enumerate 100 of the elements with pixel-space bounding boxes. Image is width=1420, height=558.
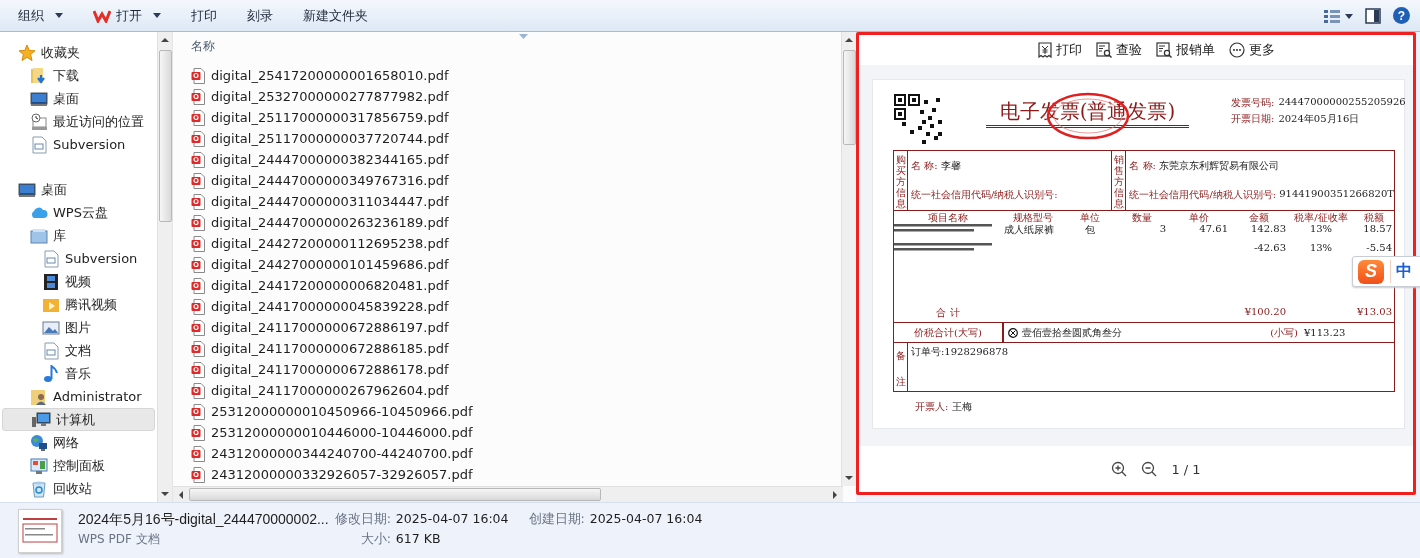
field-label: 修改日期: xyxy=(334,511,391,528)
sidebar-item[interactable]: 回收站 xyxy=(2,477,155,500)
file-item[interactable]: digital_24447000000382344165.pdf xyxy=(191,149,841,170)
sidebar-item[interactable]: Administrator xyxy=(2,385,155,408)
zoom-out-icon xyxy=(1141,461,1158,477)
toolbar-button[interactable]: 查验 xyxy=(1095,41,1142,59)
field-label: 发票号码: xyxy=(1231,96,1275,110)
toolbar-button[interactable]: 报销单 xyxy=(1155,41,1215,59)
zoom-out-button[interactable] xyxy=(1141,461,1158,477)
file-name: 2024年5月16号-digital_244470000002... xyxy=(78,510,329,529)
input-mode-button[interactable]: 中 xyxy=(1390,260,1418,283)
file-item[interactable]: digital_25117000000037720744.pdf xyxy=(191,128,841,149)
remark-text: 订单号:1928296878 xyxy=(910,345,1009,359)
toolbar-button[interactable]: 打印 xyxy=(1037,41,1082,59)
file-item[interactable]: 24312000000344240700-44240700.pdf xyxy=(191,443,841,464)
caret-icon xyxy=(153,13,161,18)
scroll-thumb[interactable] xyxy=(189,488,601,501)
user-folder-icon xyxy=(30,387,48,406)
sidebar-item[interactable]: 网络 xyxy=(2,431,155,454)
scroll-thumb[interactable] xyxy=(842,50,856,145)
table-cell-text: 18.57 xyxy=(1362,223,1393,234)
file-item[interactable]: digital_24447000000263236189.pdf xyxy=(191,212,841,233)
computer-icon xyxy=(31,410,51,429)
sidebar-item[interactable]: 视频 xyxy=(2,270,155,293)
pdf-file-icon xyxy=(191,361,205,378)
file-item[interactable]: digital_24117000000672886185.pdf xyxy=(191,338,841,359)
file-item[interactable]: digital_25327000000277877982.pdf xyxy=(191,86,841,107)
file-item[interactable]: digital_24117000000267962604.pdf xyxy=(191,380,841,401)
more-icon xyxy=(1228,42,1245,58)
field-label: 统一社会信用代码/纳税人识别号: xyxy=(1129,188,1277,203)
pdf-file-icon xyxy=(191,235,205,252)
sidebar-item[interactable]: 腾讯视频 xyxy=(2,293,155,316)
file-item[interactable]: digital_25117000000317856759.pdf xyxy=(191,107,841,128)
amount-in-words: 壹佰壹拾叁圆贰角叁分 xyxy=(1022,325,1123,340)
file-item[interactable]: digital_24427000000101459686.pdf xyxy=(191,254,841,275)
toolbar-button[interactable]: 打开 xyxy=(85,2,169,29)
document-search-icon xyxy=(1095,42,1112,58)
scrollbar[interactable] xyxy=(157,32,172,502)
file-item[interactable]: 25312000000010446000-10446000.pdf xyxy=(191,422,841,443)
field-label: 统一社会信用代码/纳税人识别号: xyxy=(911,188,1058,203)
column-header[interactable]: 名称 xyxy=(191,37,841,65)
help-button[interactable]: ? xyxy=(1393,7,1410,24)
sidebar-item[interactable]: 控制面板 xyxy=(2,454,155,477)
file-item[interactable]: digital_25417200000001658010.pdf xyxy=(191,65,841,86)
pdf-file-icon xyxy=(191,151,205,168)
pdf-file-icon xyxy=(191,445,205,462)
zoom-in-button[interactable] xyxy=(1111,461,1128,477)
table-cell-text: 13% xyxy=(1308,242,1334,253)
file-item[interactable]: digital_24447000000349767316.pdf xyxy=(191,170,841,191)
toolbar-button[interactable]: 打印 xyxy=(183,2,225,29)
file-item[interactable]: digital_24117000000672886197.pdf xyxy=(191,317,841,338)
section-heading: 备注 xyxy=(895,349,906,389)
table-cell-text: -42.63 xyxy=(1253,242,1287,253)
field-label: (小写) xyxy=(1270,325,1298,340)
sidebar-item[interactable]: 下载 xyxy=(2,64,155,87)
file-item[interactable]: digital_24427200000112695238.pdf xyxy=(191,233,841,254)
sidebar-item[interactable]: 库 xyxy=(2,224,155,247)
sidebar-item[interactable]: 计算机 xyxy=(2,408,155,431)
sidebar-item[interactable]: Subversion xyxy=(2,247,155,270)
sidebar-item[interactable]: 音乐 xyxy=(2,362,155,385)
sidebar-item[interactable]: Subversion xyxy=(2,133,155,156)
toolbar-button[interactable]: 新建文件夹 xyxy=(295,2,376,29)
scroll-thumb[interactable] xyxy=(158,50,172,222)
sidebar-item[interactable]: 文档 xyxy=(2,339,155,362)
column-header: 税率/征收率 xyxy=(1293,211,1349,225)
control-panel-icon xyxy=(30,456,48,475)
field-label: 名 称: xyxy=(911,158,938,173)
file-item[interactable]: digital_24447000000311034447.pdf xyxy=(191,191,841,212)
globe-icon xyxy=(30,433,48,452)
total-amount: ¥100.20 xyxy=(1243,306,1287,317)
qr-code-icon xyxy=(894,94,944,144)
toolbar-button[interactable]: 更多 xyxy=(1228,41,1275,59)
table-cell-text: 成人纸尿裤 xyxy=(1003,223,1055,237)
recent-places-icon xyxy=(30,112,48,131)
pdf-file-icon xyxy=(191,256,205,273)
sidebar-item[interactable]: 桌面 xyxy=(2,87,155,110)
sidebar-item[interactable]: 桌面 xyxy=(2,178,155,201)
file-item[interactable]: digital_24417000000045839228.pdf xyxy=(191,296,841,317)
file-item[interactable]: 25312000000010450966-10450966.pdf xyxy=(191,401,841,422)
sidebar-item[interactable]: 图片 xyxy=(2,316,155,339)
toolbar-button[interactable]: 组织 xyxy=(10,2,71,29)
scrollbar[interactable] xyxy=(173,486,843,502)
file-item[interactable]: digital_24117000000672886178.pdf xyxy=(191,359,841,380)
sidebar-item[interactable]: WPS云盘 xyxy=(2,201,155,224)
file-item[interactable]: 24312000000332926057-32926057.pdf xyxy=(191,464,841,485)
table-cell-text: 13% xyxy=(1308,223,1334,234)
file-item[interactable]: digital_24417200000006820481.pdf xyxy=(191,275,841,296)
preview-pane-icon[interactable] xyxy=(1365,7,1381,24)
toolbar-button[interactable]: 刻录 xyxy=(239,2,281,29)
pdf-file-icon xyxy=(191,130,205,147)
column-header: 规格型号 xyxy=(1012,211,1054,224)
view-options-icon[interactable] xyxy=(1323,8,1353,23)
music-note-icon xyxy=(42,364,60,383)
scroll-left-icon[interactable] xyxy=(179,490,183,499)
sidebar-item[interactable]: 收藏夹 xyxy=(2,41,155,64)
pdf-file-icon xyxy=(191,298,205,315)
sidebar-item[interactable]: 最近访问的位置 xyxy=(2,110,155,133)
scrollbar[interactable] xyxy=(841,32,856,486)
library-icon xyxy=(30,226,48,245)
scroll-right-icon[interactable] xyxy=(833,490,837,499)
